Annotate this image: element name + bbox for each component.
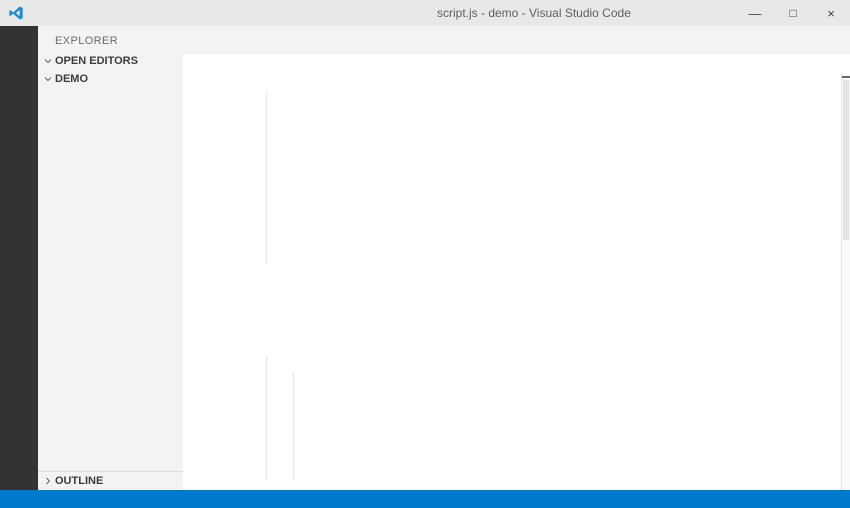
sidebar-title: EXPLORER: [55, 35, 119, 47]
scrollbar-thumb[interactable]: [843, 80, 849, 240]
chevron-right-icon: [41, 474, 55, 488]
window-controls: — □ ×: [736, 0, 850, 26]
open-editors-header[interactable]: OPEN EDITORS: [38, 52, 183, 70]
outline-header[interactable]: OUTLINE: [38, 471, 183, 490]
window-title: script.js - demo - Visual Studio Code: [437, 6, 631, 20]
vscode-window: { "window": { "title": "script.js - demo…: [0, 0, 850, 508]
overview-ruler-mark: [842, 76, 850, 78]
chevron-down-icon: [41, 54, 55, 68]
vscode-logo-icon: [8, 4, 26, 22]
close-button[interactable]: ×: [812, 0, 850, 26]
outline-label: OUTLINE: [55, 475, 104, 487]
status-bar: [0, 490, 850, 508]
folder-label: DEMO: [55, 73, 88, 85]
editor-group: [183, 26, 850, 494]
breadcrumbs: [183, 54, 850, 74]
maximize-button[interactable]: □: [774, 0, 812, 26]
open-editors-label: OPEN EDITORS: [55, 55, 138, 67]
folder-header[interactable]: DEMO: [38, 70, 183, 88]
indent-guide: [266, 357, 267, 481]
code-editor[interactable]: [183, 74, 850, 494]
editor-scrollbar[interactable]: [841, 74, 850, 494]
editor-actions: [836, 26, 850, 54]
tab-bar: [183, 26, 850, 54]
activity-bar: [0, 26, 38, 490]
chevron-down-icon: [41, 72, 55, 86]
indent-guide: [293, 372, 294, 481]
minimize-button[interactable]: —: [736, 0, 774, 26]
title-bar: script.js - demo - Visual Studio Code — …: [0, 0, 850, 26]
explorer-sidebar: EXPLORER OPEN EDITORS DEMO OUTLINE: [38, 26, 183, 490]
indent-guide: [266, 93, 267, 264]
